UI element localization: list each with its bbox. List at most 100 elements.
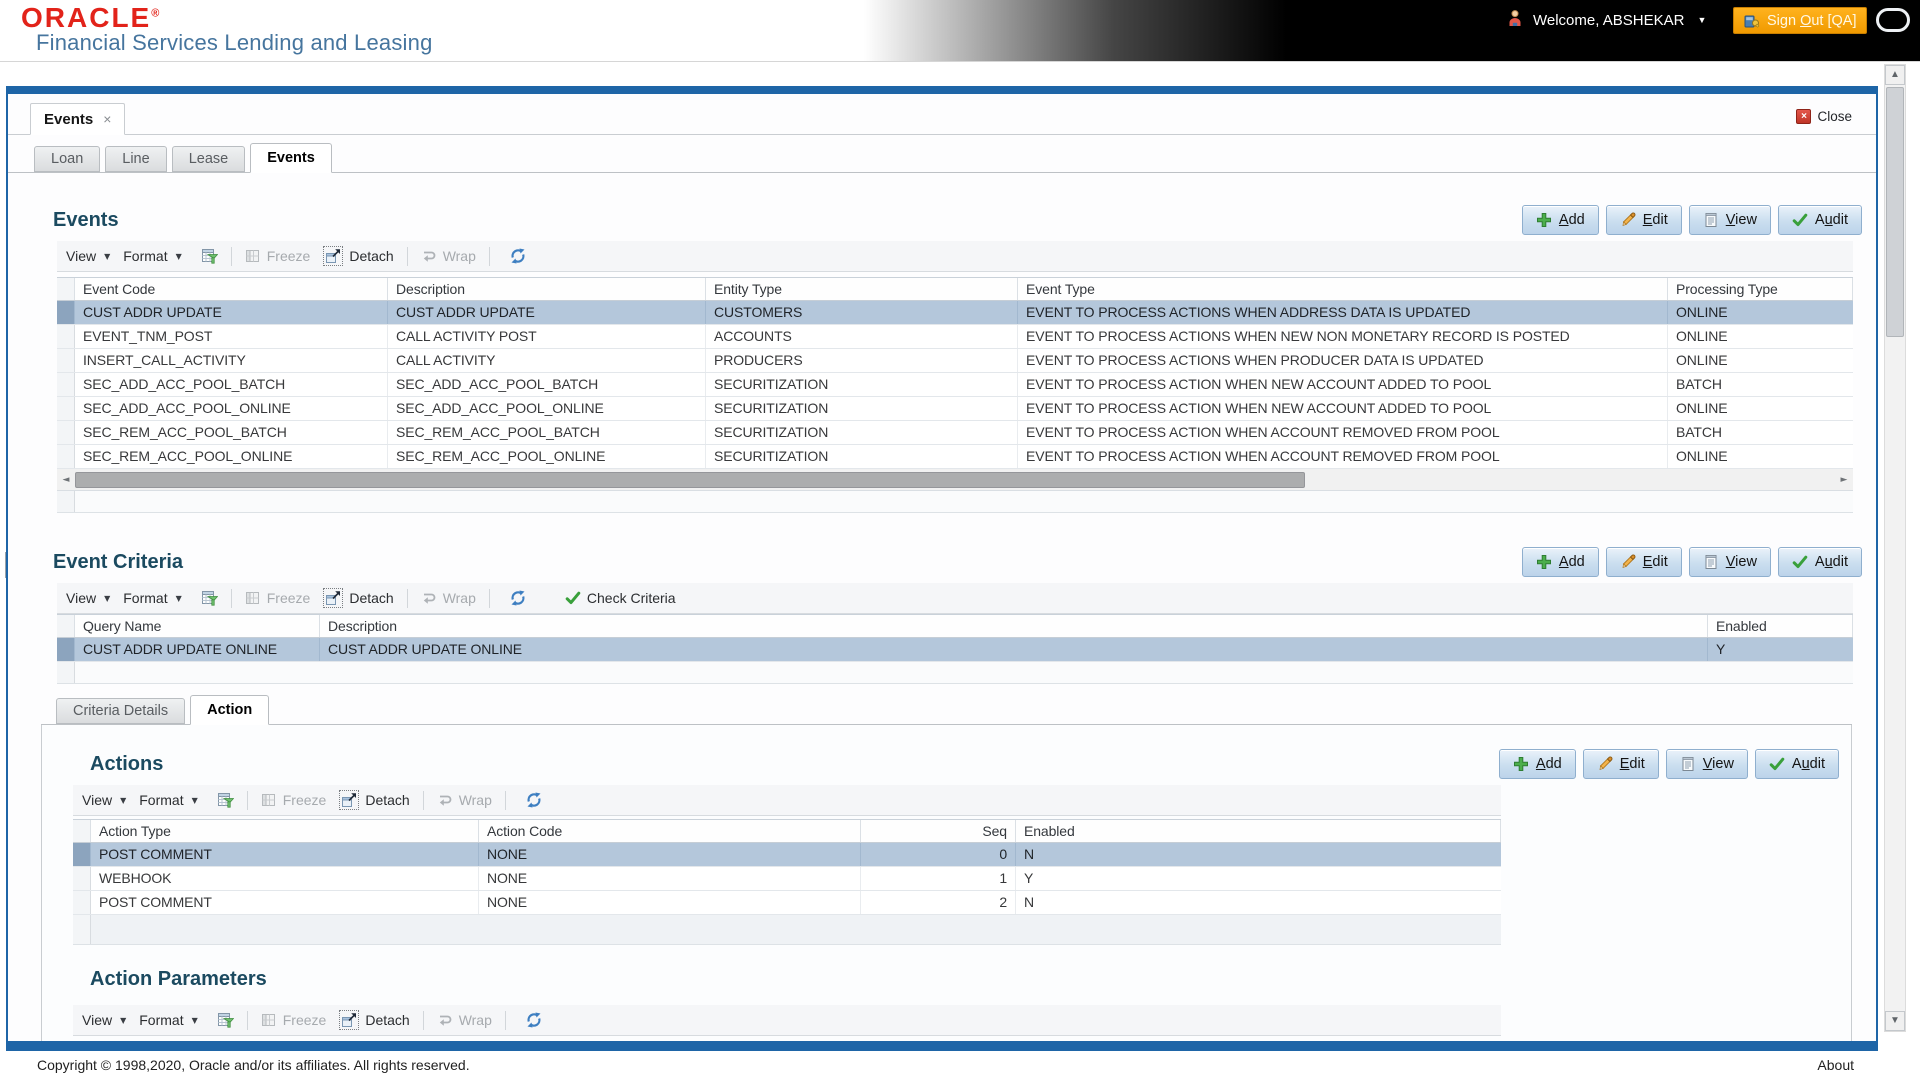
close-button[interactable]: × Close bbox=[1796, 109, 1852, 124]
format-menu-button[interactable]: Format▼ bbox=[139, 1012, 198, 1028]
scroll-right-arrow[interactable]: ► bbox=[1835, 475, 1853, 485]
format-menu-button[interactable]: Format▼ bbox=[123, 248, 182, 264]
refresh-button[interactable] bbox=[510, 590, 526, 606]
row-selector[interactable] bbox=[57, 397, 75, 420]
refresh-button[interactable] bbox=[526, 1012, 542, 1028]
check-criteria-button[interactable]: Check Criteria bbox=[565, 590, 676, 606]
detach-button[interactable]: Detach bbox=[323, 588, 393, 608]
events-table-row[interactable]: EVENT_TNM_POST CALL ACTIVITY POST ACCOUN… bbox=[57, 325, 1853, 349]
checkmark-icon bbox=[1792, 554, 1808, 570]
row-selector[interactable] bbox=[57, 638, 75, 661]
event-criteria-table-row[interactable]: CUST ADDR UPDATE ONLINE CUST ADDR UPDATE… bbox=[57, 638, 1853, 662]
cell-description: CUST ADDR UPDATE ONLINE bbox=[320, 638, 1708, 661]
view-button[interactable]: View bbox=[1689, 205, 1771, 235]
column-header-event-type[interactable]: Event Type bbox=[1018, 278, 1668, 300]
tab-events[interactable]: Events bbox=[250, 143, 332, 173]
format-menu-button[interactable]: Format▼ bbox=[123, 590, 182, 606]
row-selector[interactable] bbox=[57, 301, 75, 324]
add-button[interactable]: Add bbox=[1522, 547, 1599, 577]
chevron-down-icon: ▼ bbox=[120, 796, 126, 805]
refresh-button[interactable] bbox=[526, 792, 542, 808]
query-by-example-button[interactable] bbox=[218, 1012, 234, 1028]
audit-button[interactable]: Audit bbox=[1778, 205, 1862, 235]
column-header-enabled[interactable]: Enabled bbox=[1708, 615, 1853, 637]
format-menu-button[interactable]: Format▼ bbox=[139, 792, 198, 808]
chevron-down-icon: ▼ bbox=[192, 1016, 198, 1025]
events-table-row[interactable]: SEC_REM_ACC_POOL_BATCH SEC_REM_ACC_POOL_… bbox=[57, 421, 1853, 445]
actions-table-row[interactable]: POST COMMENT NONE 0 N bbox=[73, 843, 1501, 867]
query-by-example-button[interactable] bbox=[202, 590, 218, 606]
events-table-row[interactable]: SEC_ADD_ACC_POOL_ONLINE SEC_ADD_ACC_POOL… bbox=[57, 397, 1853, 421]
welcome-menu[interactable]: Welcome, ABSHEKAR ▼ bbox=[1506, 9, 1706, 31]
query-by-example-button[interactable] bbox=[218, 792, 234, 808]
column-header-description[interactable]: Description bbox=[320, 615, 1708, 637]
view-menu-button[interactable]: View▼ bbox=[82, 1012, 126, 1028]
edit-button[interactable]: Edit bbox=[1606, 547, 1682, 577]
page-vertical-scrollbar[interactable]: ▲ ▼ bbox=[1884, 64, 1906, 1032]
cell-processing-type: ONLINE bbox=[1668, 325, 1853, 348]
view-menu-button[interactable]: View▼ bbox=[66, 248, 110, 264]
tab-criteria-details[interactable]: Criteria Details bbox=[56, 698, 185, 724]
edit-button[interactable]: Edit bbox=[1606, 205, 1682, 235]
row-selector[interactable] bbox=[73, 843, 91, 866]
view-button[interactable]: View bbox=[1666, 749, 1748, 779]
events-table-row[interactable]: SEC_ADD_ACC_POOL_BATCH SEC_ADD_ACC_POOL_… bbox=[57, 373, 1853, 397]
events-table-row[interactable]: SEC_REM_ACC_POOL_ONLINE SEC_REM_ACC_POOL… bbox=[57, 445, 1853, 469]
cell-action-type: POST COMMENT bbox=[91, 843, 479, 866]
row-selector[interactable] bbox=[57, 373, 75, 396]
refresh-button[interactable] bbox=[510, 248, 526, 264]
edit-button[interactable]: Edit bbox=[1583, 749, 1659, 779]
row-selector[interactable] bbox=[57, 349, 75, 372]
cell-event-code: SEC_ADD_ACC_POOL_BATCH bbox=[75, 373, 388, 396]
add-button[interactable]: Add bbox=[1522, 205, 1599, 235]
row-selector[interactable] bbox=[57, 325, 75, 348]
toolbar-separator bbox=[247, 1011, 248, 1030]
view-menu-button[interactable]: View▼ bbox=[66, 590, 110, 606]
detach-button[interactable]: Detach bbox=[339, 790, 409, 810]
query-by-example-button[interactable] bbox=[202, 248, 218, 264]
actions-table: Action Type Action Code Seq Enabled POST… bbox=[73, 819, 1501, 945]
actions-table-row[interactable]: POST COMMENT NONE 2 N bbox=[73, 891, 1501, 915]
scroll-left-arrow[interactable]: ◄ bbox=[57, 475, 75, 485]
scrollbar-thumb[interactable] bbox=[1886, 87, 1904, 337]
row-selector[interactable] bbox=[73, 867, 91, 890]
tab-close-icon[interactable]: × bbox=[103, 111, 111, 127]
column-header-description[interactable]: Description bbox=[388, 278, 706, 300]
scroll-down-arrow[interactable]: ▼ bbox=[1885, 1011, 1905, 1031]
column-header-seq[interactable]: Seq bbox=[861, 820, 1016, 842]
audit-button[interactable]: Audit bbox=[1778, 547, 1862, 577]
view-menu-button[interactable]: View▼ bbox=[82, 792, 126, 808]
detach-button[interactable]: Detach bbox=[339, 1010, 409, 1030]
sign-out-button[interactable]: Sign Out [QA] bbox=[1733, 7, 1867, 34]
document-icon bbox=[1703, 212, 1719, 228]
row-selector[interactable] bbox=[73, 891, 91, 914]
column-header-query-name[interactable]: Query Name bbox=[75, 615, 320, 637]
tab-loan[interactable]: Loan bbox=[34, 146, 100, 172]
tab-line[interactable]: Line bbox=[105, 146, 166, 172]
view-button[interactable]: View bbox=[1689, 547, 1771, 577]
detach-label: Detach bbox=[349, 248, 393, 264]
actions-table-row[interactable]: WEBHOOK NONE 1 Y bbox=[73, 867, 1501, 891]
tab-lease[interactable]: Lease bbox=[172, 146, 246, 172]
column-header-action-code[interactable]: Action Code bbox=[479, 820, 861, 842]
events-table-row[interactable]: INSERT_CALL_ACTIVITY CALL ACTIVITY PRODU… bbox=[57, 349, 1853, 373]
about-link[interactable]: About bbox=[1817, 1057, 1854, 1073]
tab-action[interactable]: Action bbox=[190, 695, 269, 725]
add-label: Add bbox=[1536, 756, 1562, 772]
column-header-entity-type[interactable]: Entity Type bbox=[706, 278, 1018, 300]
column-header-processing-type[interactable]: Processing Type bbox=[1668, 278, 1853, 300]
detach-button[interactable]: Detach bbox=[323, 246, 393, 266]
audit-button[interactable]: Audit bbox=[1755, 749, 1839, 779]
add-button[interactable]: Add bbox=[1499, 749, 1576, 779]
column-header-event-code[interactable]: Event Code bbox=[75, 278, 388, 300]
row-selector[interactable] bbox=[57, 445, 75, 468]
column-header-action-type[interactable]: Action Type bbox=[91, 820, 479, 842]
toolbar-separator bbox=[505, 1011, 506, 1030]
column-header-enabled[interactable]: Enabled bbox=[1016, 820, 1501, 842]
doc-tab-events[interactable]: Events × bbox=[30, 103, 125, 135]
events-horizontal-scrollbar[interactable]: ◄ ► bbox=[57, 469, 1853, 491]
scrollbar-thumb[interactable] bbox=[75, 472, 1305, 488]
scroll-up-arrow[interactable]: ▲ bbox=[1885, 65, 1905, 85]
events-table-row[interactable]: CUST ADDR UPDATE CUST ADDR UPDATE CUSTOM… bbox=[57, 301, 1853, 325]
row-selector[interactable] bbox=[57, 421, 75, 444]
